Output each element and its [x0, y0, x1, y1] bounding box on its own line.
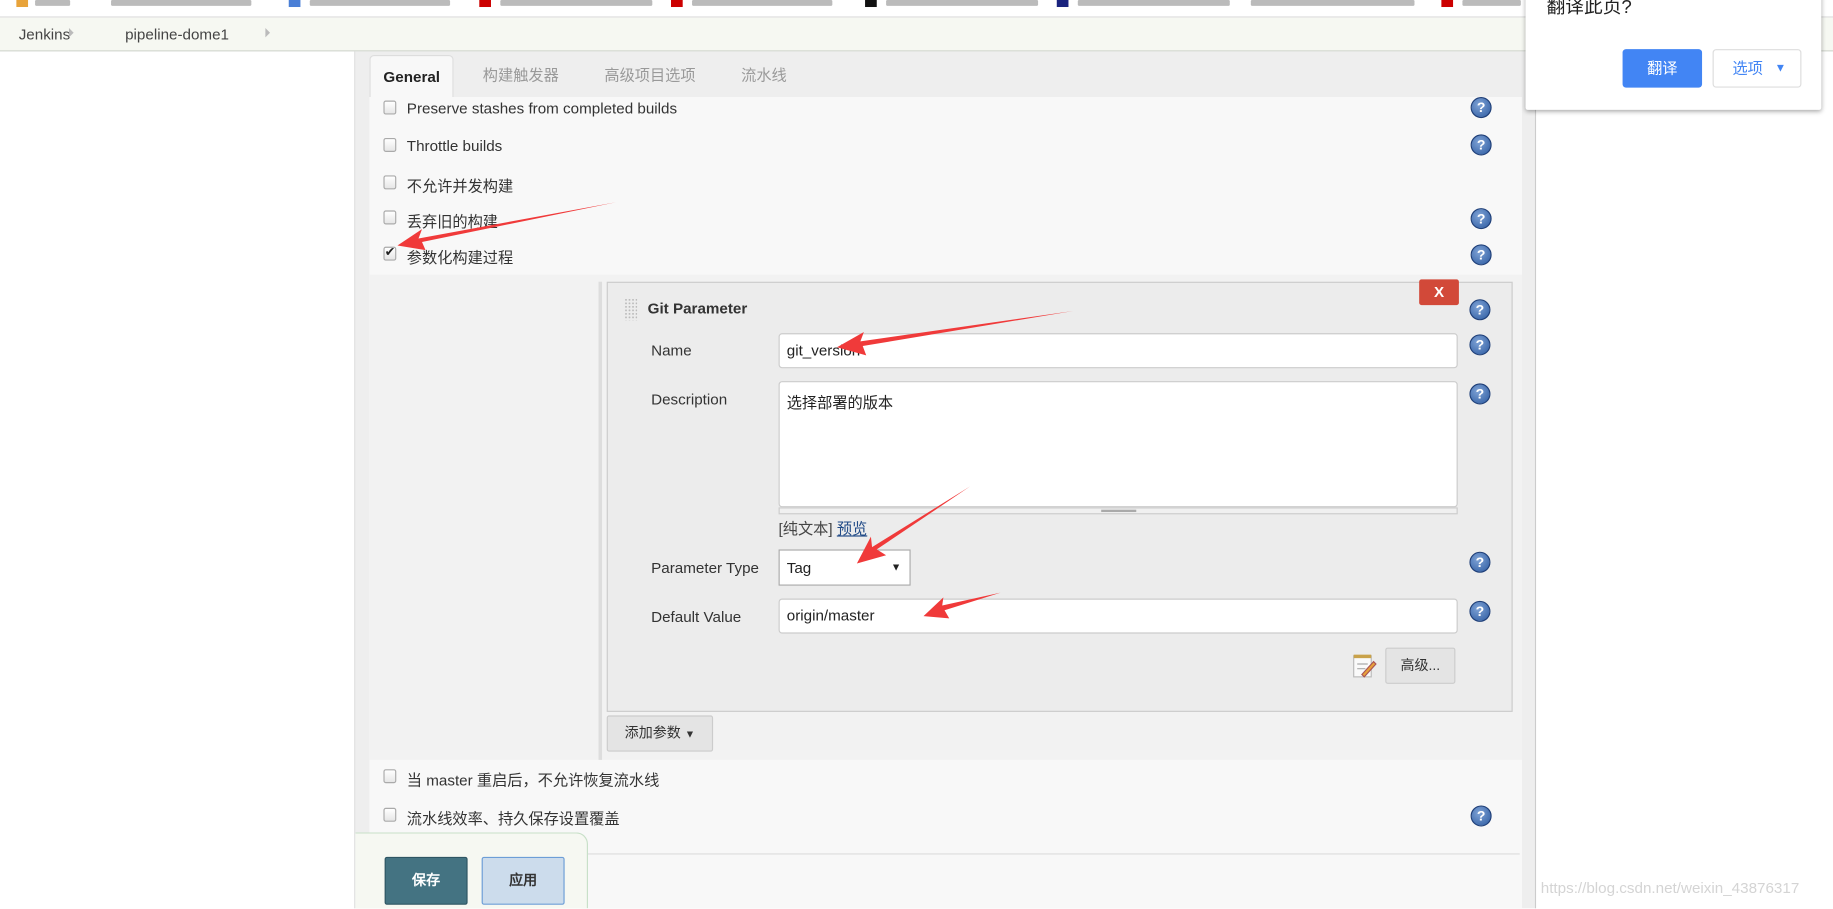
option-label: 当 master 重启后，不允许恢复流水线 — [406, 771, 660, 790]
indent-bar — [598, 281, 603, 760]
bookmark-icon — [1441, 0, 1454, 8]
save-button[interactable]: 保存 — [384, 856, 468, 905]
tab-build-triggers[interactable]: 构建触发器 — [470, 55, 572, 97]
bookmark[interactable] — [309, 0, 451, 6]
options-label: 选项 — [1732, 59, 1763, 78]
help-icon[interactable]: ? — [1469, 600, 1491, 622]
bookmark[interactable] — [692, 0, 833, 6]
default-value-label: Default Value — [651, 607, 742, 626]
translate-options-button[interactable]: 选项 ▼ — [1712, 49, 1802, 88]
breadcrumb-jenkins[interactable]: Jenkins — [19, 26, 71, 44]
bookmark-icon — [1056, 0, 1069, 8]
preview-link[interactable]: 预览 — [837, 520, 867, 538]
bookmark-icon — [479, 0, 491, 8]
option-label: 流水线效率、持久保存设置覆盖 — [406, 810, 620, 828]
translate-popup: 翻译此页? 翻译 选项 ▼ — [1525, 0, 1822, 110]
git-parameter-title: Git Parameter — [647, 299, 748, 317]
bookmark[interactable] — [111, 0, 252, 6]
bookmark-icon — [671, 0, 683, 8]
drag-handle-icon[interactable] — [624, 298, 638, 321]
checkbox[interactable] — [383, 100, 397, 115]
tab-general[interactable]: General — [369, 54, 455, 98]
bookmark[interactable] — [886, 0, 1039, 6]
bookmark-icon — [865, 0, 877, 8]
advanced-button[interactable]: 高级... — [1385, 647, 1456, 684]
translate-title: 翻译此页? — [1546, 0, 1632, 18]
help-icon[interactable]: ? — [1469, 299, 1491, 321]
help-icon[interactable]: ? — [1470, 244, 1492, 266]
breadcrumb-job[interactable]: pipeline-dome1 — [125, 26, 229, 44]
checkbox-checked[interactable] — [383, 244, 397, 261]
help-icon[interactable]: ? — [1470, 97, 1492, 119]
page-divider — [1534, 51, 1537, 909]
markup-format: [纯文本] 预览 — [779, 517, 868, 539]
tab-pipeline[interactable]: 流水线 — [728, 55, 799, 97]
checkbox[interactable] — [383, 175, 397, 190]
option-label: Preserve stashes from completed builds — [406, 99, 678, 117]
checkbox[interactable] — [383, 210, 397, 225]
watermark: https://blog.csdn.net/weixin_43876317 — [1540, 879, 1800, 897]
bookmark[interactable] — [1077, 0, 1230, 6]
plain-text-label: [纯文本] — [778, 520, 833, 538]
help-icon[interactable]: ? — [1470, 805, 1492, 827]
translate-button[interactable]: 翻译 — [1622, 49, 1703, 88]
dropdown-arrow-icon: ▼ — [684, 728, 696, 740]
option-label: 丢弃旧的构建 — [406, 212, 499, 231]
help-icon[interactable]: ? — [1470, 208, 1492, 230]
chevron-right-icon[interactable] — [265, 28, 271, 38]
selected-value: Tag — [786, 558, 812, 577]
apply-button[interactable]: 应用 — [481, 856, 565, 905]
notepad-icon[interactable] — [1350, 652, 1377, 679]
dropdown-arrow-icon: ▼ — [890, 561, 902, 573]
chevron-right-icon[interactable] — [68, 28, 74, 38]
checkbox[interactable] — [383, 807, 397, 822]
bookmark[interactable] — [1250, 0, 1415, 6]
help-icon[interactable]: ? — [1469, 383, 1491, 405]
parameter-type-select[interactable]: Tag ▼ — [778, 549, 911, 586]
dropdown-arrow-icon: ▼ — [1774, 61, 1787, 75]
parameter-type-label: Parameter Type — [651, 558, 759, 577]
apps-icon — [16, 0, 29, 8]
description-label: Description — [651, 390, 728, 408]
description-textarea[interactable]: 选择部署的版本 — [778, 381, 1458, 508]
name-label: Name — [651, 341, 692, 359]
textarea-resize-handle[interactable] — [778, 507, 1458, 515]
add-parameter-button[interactable]: 添加参数 ▼ — [606, 715, 714, 752]
bookmark-icon — [288, 0, 301, 8]
help-icon[interactable]: ? — [1469, 334, 1491, 356]
option-label: 参数化构建过程 — [406, 248, 514, 267]
bookmark[interactable] — [1462, 0, 1521, 6]
checkbox[interactable] — [383, 137, 397, 152]
checkbox[interactable] — [383, 769, 397, 784]
help-icon[interactable]: ? — [1470, 134, 1492, 156]
help-icon[interactable]: ? — [1469, 551, 1491, 573]
bookmark[interactable] — [35, 0, 71, 6]
name-input[interactable]: git_version — [778, 333, 1458, 369]
bookmark[interactable] — [500, 0, 653, 6]
delete-parameter-button[interactable]: X — [1419, 279, 1459, 306]
option-label: Throttle builds — [406, 136, 503, 155]
add-parameter-label: 添加参数 — [624, 724, 681, 742]
tab-advanced-options[interactable]: 高级项目选项 — [592, 55, 709, 97]
option-label: 不允许并发构建 — [406, 177, 514, 196]
default-value-input[interactable]: origin/master — [778, 598, 1458, 634]
